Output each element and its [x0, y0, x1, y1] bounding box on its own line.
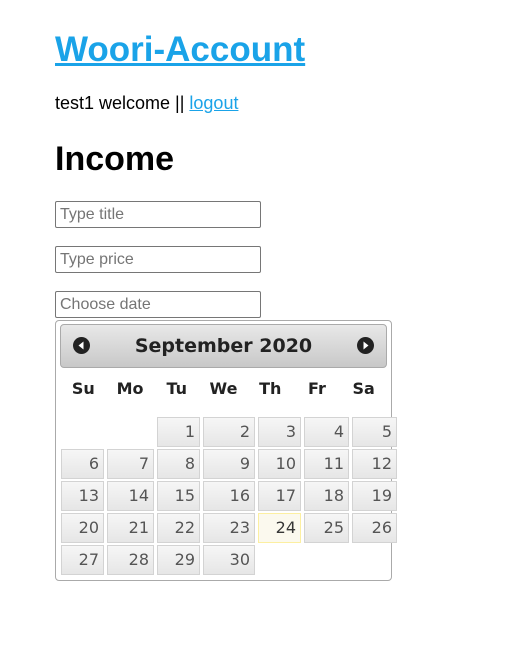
- datepicker-header: September 2020: [60, 324, 387, 368]
- calendar-day[interactable]: 27: [61, 545, 104, 575]
- app-title: Woori-Account: [55, 30, 305, 70]
- calendar-day[interactable]: 12: [352, 449, 397, 479]
- calendar-grid: 1 2 3 4 5 6 7 8 9 10 11 12 13 14 15 16 17 18 19 20 21 22 23 24 2…: [61, 417, 397, 575]
- calendar-day[interactable]: 2: [203, 417, 255, 447]
- next-month-icon[interactable]: [357, 337, 374, 354]
- calendar-day[interactable]: 4: [304, 417, 349, 447]
- date-input[interactable]: [55, 291, 261, 318]
- calendar-day[interactable]: 22: [157, 513, 200, 543]
- calendar-day[interactable]: 3: [258, 417, 301, 447]
- calendar-day[interactable]: 30: [203, 545, 255, 575]
- calendar-day[interactable]: 8: [157, 449, 200, 479]
- welcome-line: test1 welcome || logout: [55, 93, 238, 113]
- calendar-day[interactable]: 13: [61, 481, 104, 511]
- calendar-day[interactable]: 9: [203, 449, 255, 479]
- title-input[interactable]: [55, 201, 261, 228]
- calendar-day[interactable]: 7: [107, 449, 154, 479]
- calendar-day[interactable]: 26: [352, 513, 397, 543]
- calendar-empty-cell: [107, 417, 154, 447]
- weekday-label: Th: [259, 379, 282, 398]
- weekday-header-row: Su Mo Tu We Th Fr Sa: [60, 374, 387, 404]
- calendar-day[interactable]: 14: [107, 481, 154, 511]
- weekday-label: Fr: [308, 379, 326, 398]
- weekday-label: Su: [71, 379, 95, 398]
- weekday-label: We: [209, 379, 238, 398]
- app-title-link[interactable]: Woori-Account: [55, 30, 305, 69]
- calendar-day[interactable]: 10: [258, 449, 301, 479]
- calendar-day[interactable]: 19: [352, 481, 397, 511]
- calendar-day[interactable]: 18: [304, 481, 349, 511]
- page-title: Income: [55, 140, 175, 178]
- calendar-day-today[interactable]: 24: [258, 513, 301, 543]
- price-input[interactable]: [55, 246, 261, 273]
- calendar-day[interactable]: 5: [352, 417, 397, 447]
- weekday-label: Tu: [166, 379, 188, 398]
- calendar-day[interactable]: 16: [203, 481, 255, 511]
- calendar-day[interactable]: 21: [107, 513, 154, 543]
- datepicker: September 2020 Su Mo Tu We Th Fr Sa 1234…: [55, 320, 397, 581]
- calendar-day[interactable]: 17: [258, 481, 301, 511]
- welcome-text: test1 welcome ||: [55, 93, 190, 113]
- calendar-day[interactable]: 1: [157, 417, 200, 447]
- logout-link[interactable]: logout: [189, 93, 238, 113]
- weekday-label: Mo: [116, 379, 144, 398]
- calendar-day[interactable]: 28: [107, 545, 154, 575]
- calendar-day[interactable]: 23: [203, 513, 255, 543]
- calendar-day[interactable]: 15: [157, 481, 200, 511]
- calendar-day[interactable]: 29: [157, 545, 200, 575]
- calendar-day[interactable]: 25: [304, 513, 349, 543]
- weekday-label: Sa: [352, 379, 375, 398]
- calendar-day[interactable]: 20: [61, 513, 104, 543]
- datepicker-month-year: September 2020: [134, 335, 313, 357]
- calendar-day[interactable]: 11: [304, 449, 349, 479]
- page: Woori-Account test1 welcome || logout In…: [0, 0, 509, 668]
- calendar-empty-cell: [61, 417, 104, 447]
- calendar-day[interactable]: 6: [61, 449, 104, 479]
